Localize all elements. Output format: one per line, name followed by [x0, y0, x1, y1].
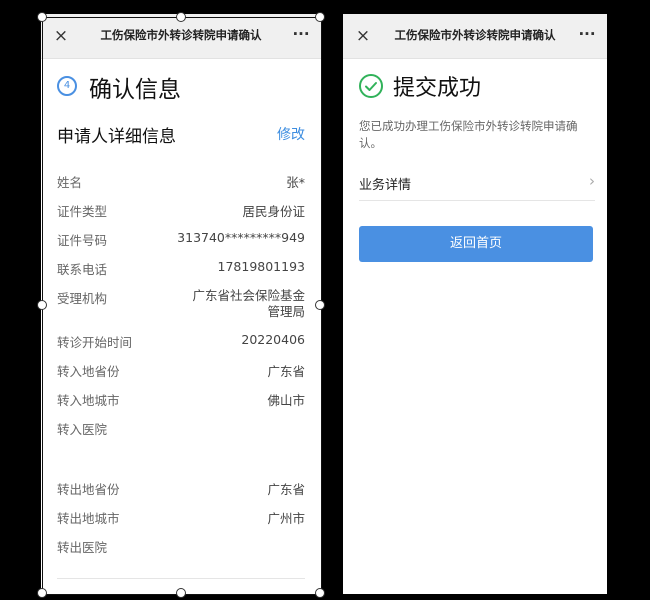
- field-row-from-city: 转出地城市 广州市: [57, 508, 305, 534]
- field-label: 转入地城市: [57, 393, 120, 408]
- more-options-icon[interactable]: ···: [289, 24, 313, 44]
- field-label: 证件号码: [57, 233, 108, 248]
- field-label: 转入地省份: [57, 364, 120, 379]
- field-label: 受理机构: [57, 291, 108, 306]
- divider: [57, 578, 305, 579]
- field-value: 广东省: [267, 364, 305, 379]
- field-label: 转诊开始时间: [57, 335, 133, 350]
- field-row-to-province: 转入地省份 广东省: [57, 361, 305, 387]
- submit-success-screen: × 工伤保险市外转诊转院申请确认 ··· 提交成功 您已成功办理工伤保险市外转诊…: [343, 14, 607, 594]
- edit-link[interactable]: 修改: [277, 124, 305, 144]
- page-title: 工伤保险市外转诊转院申请确认: [394, 28, 556, 42]
- field-row-start-date: 转诊开始时间 20220406: [57, 332, 305, 358]
- step-number-badge: 4: [57, 76, 77, 96]
- field-label: 姓名: [57, 175, 83, 190]
- right-topbar: × 工伤保险市外转诊转院申请确认 ···: [343, 14, 607, 59]
- field-value: 广东省: [267, 482, 305, 497]
- business-details-label: 业务详情: [359, 178, 412, 193]
- field-row-agency: 受理机构 广东省社会保险基金管理局: [57, 288, 305, 328]
- resize-handle-middle-right[interactable]: [315, 300, 325, 310]
- field-label: 转入医院: [57, 422, 108, 437]
- field-row-id-number: 证件号码 313740*********949: [57, 230, 305, 256]
- field-value: 313740*********949: [177, 230, 305, 245]
- field-row-phone: 联系电话 17819801193: [57, 259, 305, 285]
- field-label: 转出地城市: [57, 511, 120, 526]
- confirm-info-screen: × 工伤保险市外转诊转院申请确认 ··· 4 确认信息 申请人详细信息 修改 姓…: [41, 14, 321, 594]
- more-options-icon[interactable]: ···: [575, 24, 599, 44]
- field-value: 张*: [286, 175, 305, 190]
- field-row-from-hospital: 转出医院: [57, 537, 305, 563]
- resize-handle-bottom-middle[interactable]: [176, 588, 186, 598]
- field-value: 17819801193: [217, 259, 305, 274]
- field-value: 广州市: [267, 511, 305, 526]
- check-circle-icon: [359, 74, 383, 98]
- resize-handle-top-left[interactable]: [37, 12, 47, 22]
- resize-handle-bottom-left[interactable]: [37, 588, 47, 598]
- applicant-section-title: 申请人详细信息: [57, 127, 176, 147]
- field-row-to-city: 转入地城市 佛山市: [57, 390, 305, 416]
- step-title: 确认信息: [89, 77, 181, 103]
- field-row-to-hospital: 转入医院: [57, 419, 305, 445]
- field-row-name: 姓名 张*: [57, 172, 305, 198]
- chevron-right-icon: ›: [589, 172, 595, 190]
- field-label: 联系电话: [57, 262, 108, 277]
- success-description: 您已成功办理工伤保险市外转诊转院申请确认。: [359, 119, 578, 150]
- return-home-button[interactable]: 返回首页: [359, 226, 593, 262]
- field-row-id-type: 证件类型 居民身份证: [57, 201, 305, 227]
- field-value: 20220406: [241, 332, 305, 347]
- page-title: 工伤保险市外转诊转院申请确认: [100, 28, 262, 42]
- field-label: 证件类型: [57, 204, 108, 219]
- field-value: 广东省社会保险基金管理局: [192, 288, 305, 319]
- success-title: 提交成功: [393, 76, 482, 101]
- close-icon[interactable]: ×: [51, 26, 71, 46]
- resize-handle-top-middle[interactable]: [176, 12, 186, 22]
- field-row-from-province: 转出地省份 广东省: [57, 479, 305, 505]
- field-value: 佛山市: [267, 393, 305, 408]
- resize-handle-middle-left[interactable]: [37, 300, 47, 310]
- field-label: 转出医院: [57, 540, 108, 555]
- resize-handle-bottom-right[interactable]: [315, 588, 325, 598]
- resize-handle-top-right[interactable]: [315, 12, 325, 22]
- field-value: 居民身份证: [242, 204, 305, 219]
- business-details-row[interactable]: 业务详情 ›: [359, 166, 595, 201]
- field-label: 转出地省份: [57, 482, 120, 497]
- close-icon[interactable]: ×: [353, 26, 373, 46]
